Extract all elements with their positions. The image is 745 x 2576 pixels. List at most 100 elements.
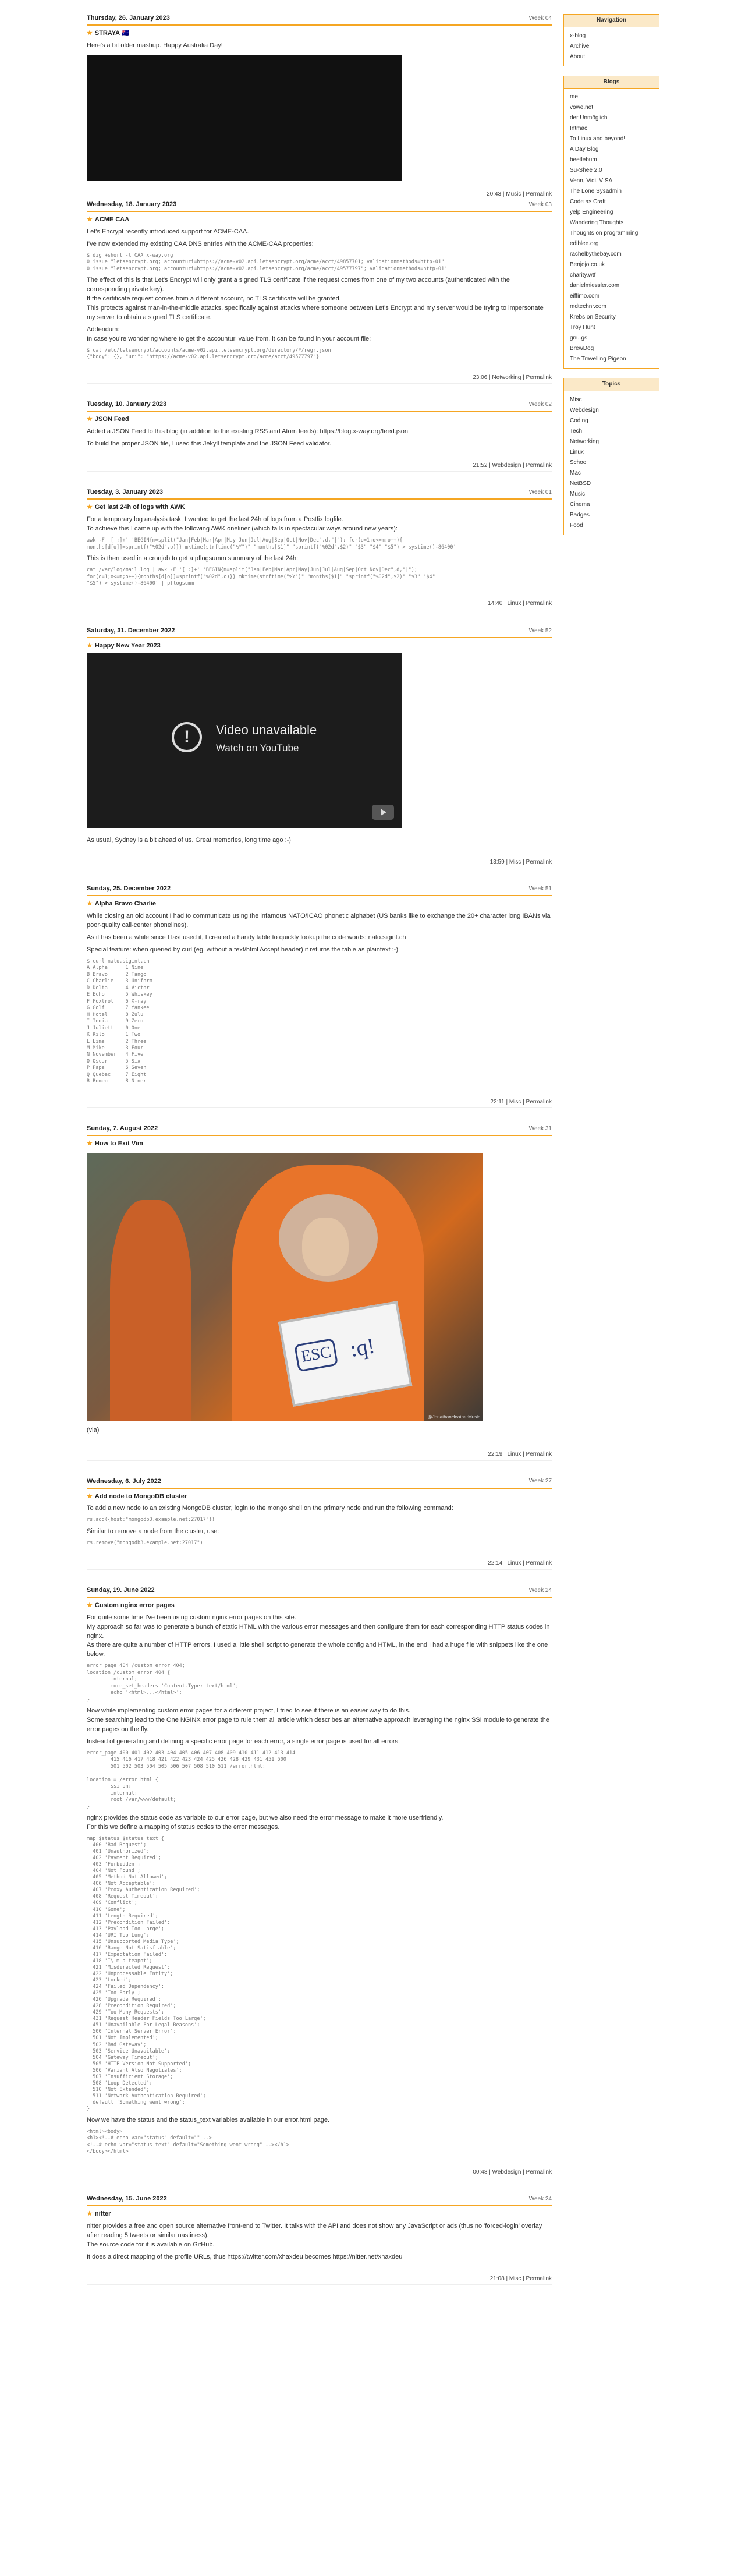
post-date-bar: Wednesday, 6. July 2022 Week 27	[87, 1469, 552, 1489]
nav-link[interactable]: About	[570, 52, 653, 62]
blog-link[interactable]: yelp Engineering	[570, 207, 653, 218]
code-block: awk -F '[ :]+' 'BEGIN{m=split("Jan|Feb|M…	[87, 537, 456, 550]
post-title[interactable]: ★ nitter	[87, 2210, 552, 2219]
post-meta[interactable]: 22:11 | Misc | Permalink	[87, 1098, 552, 1109]
post-title[interactable]: ★ ACME CAA	[87, 215, 552, 225]
blog-link[interactable]: Troy Hunt	[570, 323, 653, 333]
post-week: Week 04	[528, 15, 552, 22]
post: Wednesday, 6. July 2022 Week 27 ★ Add nod…	[87, 1469, 552, 1570]
topic-link[interactable]: Badges	[570, 510, 653, 521]
blog-link[interactable]: gnu.gs	[570, 333, 653, 344]
post-text: nitter provides a free and open source a…	[87, 2223, 542, 2249]
post-meta[interactable]: 22:14 | Linux | Permalink	[87, 1559, 552, 1570]
blog-link[interactable]: Venn, Vidi, VISA	[570, 176, 653, 186]
post-week: Week 02	[528, 401, 552, 408]
blog-link[interactable]: me	[570, 92, 653, 102]
post-title[interactable]: ★ JSON Feed	[87, 415, 552, 424]
blog-link[interactable]: vowe.net	[570, 102, 653, 113]
post-week: Week 24	[528, 1587, 552, 1594]
photo-credit: @JonathanHeatherMusic	[427, 1414, 480, 1420]
post-title[interactable]: ★ How to Exit Vim	[87, 1140, 552, 1149]
sidebar: Navigation x-blog Archive About Blogs me…	[563, 14, 659, 544]
post-title[interactable]: ★ STRAYA 🇦🇺	[87, 29, 552, 38]
post-title[interactable]: ★ Happy New Year 2023	[87, 642, 552, 651]
star-icon: ★	[87, 2210, 93, 2218]
topics-box: Topics Misc Webdesign Coding Tech Networ…	[563, 378, 659, 535]
blog-link[interactable]: der Unmöglich	[570, 113, 653, 123]
embedded-video[interactable]	[87, 55, 402, 181]
topic-link[interactable]: Coding	[570, 416, 653, 426]
post-title[interactable]: ★ Alpha Bravo Charlie	[87, 900, 552, 909]
blog-link[interactable]: danielmiessler.com	[570, 281, 653, 291]
blog-link[interactable]: rachelbythebay.com	[570, 249, 653, 260]
post-meta[interactable]: 00:48 | Webdesign | Permalink	[87, 2168, 552, 2179]
blog-link[interactable]: Thoughts on programming	[570, 228, 653, 239]
star-icon: ★	[87, 642, 93, 649]
post-meta[interactable]: 14:40 | Linux | Permalink	[87, 600, 552, 610]
code-block: rs.remove("mongodb3.example.net:27017")	[87, 1540, 203, 1546]
post-title[interactable]: ★ Get last 24h of logs with AWK	[87, 503, 552, 512]
post: Tuesday, 3. January 2023 Week 01 ★ Get la…	[87, 480, 552, 610]
youtube-embed[interactable]: ! Video unavailable Watch on YouTube	[87, 653, 402, 828]
post-date: Sunday, 7. August 2022	[87, 1125, 158, 1133]
blog-link[interactable]: Benjojo.co.uk	[570, 260, 653, 270]
post-date: Sunday, 19. June 2022	[87, 1586, 155, 1594]
blog-link[interactable]: Intmac	[570, 123, 653, 134]
topic-link[interactable]: Food	[570, 521, 653, 531]
post: Sunday, 25. December 2022 Week 51 ★ Alpha…	[87, 876, 552, 1109]
blog-link[interactable]: charity.wtf	[570, 270, 653, 281]
post-text: To add a new node to an existing MongoDB…	[87, 1505, 453, 1512]
esc-key-label: ESC	[294, 1338, 339, 1372]
blog-link[interactable]: eiffimo.com	[570, 291, 653, 302]
nav-link[interactable]: Archive	[570, 41, 653, 52]
code-block: error_page 404 /custom_error_404; locati…	[87, 1663, 239, 1703]
post-meta[interactable]: 22:19 | Linux | Permalink	[87, 1450, 552, 1461]
topics-heading: Topics	[564, 378, 659, 391]
post-title[interactable]: ★ Custom nginx error pages	[87, 1601, 552, 1611]
blog-link[interactable]: The Lone Sysadmin	[570, 186, 653, 197]
post-date: Wednesday, 18. January 2023	[87, 201, 177, 208]
topic-link[interactable]: Cinema	[570, 500, 653, 510]
topic-link[interactable]: Tech	[570, 426, 653, 437]
post: Wednesday, 18. January 2023 Week 03 ★ ACM…	[87, 183, 552, 384]
topic-link[interactable]: Misc	[570, 395, 653, 405]
blog-link[interactable]: A Day Blog	[570, 144, 653, 155]
topic-link[interactable]: School	[570, 458, 653, 468]
blog-link[interactable]: beetlebum	[570, 155, 653, 165]
topic-link[interactable]: Mac	[570, 468, 653, 479]
nav-link[interactable]: x-blog	[570, 31, 653, 41]
post-date: Thursday, 26. January 2023	[87, 15, 170, 22]
blog-link[interactable]: ediblee.org	[570, 239, 653, 249]
post-week: Week 24	[528, 2196, 552, 2203]
post-meta[interactable]: 23:06 | Networking | Permalink	[87, 374, 552, 384]
post-text: Instead of generating and defining a spe…	[87, 1738, 400, 1745]
blog-link[interactable]: mdtechnr.com	[570, 302, 653, 312]
post-meta[interactable]: 13:59 | Misc | Permalink	[87, 858, 552, 869]
post-title[interactable]: ★ Add node to MongoDB cluster	[87, 1492, 552, 1502]
post-date-bar: Thursday, 26. January 2023 Week 04	[87, 0, 552, 26]
topic-link[interactable]: Music	[570, 489, 653, 500]
post-meta[interactable]: 21:08 | Misc | Permalink	[87, 2275, 552, 2285]
blog-link[interactable]: To Linux and beyond!	[570, 134, 653, 144]
post-text: It does a direct mapping of the profile …	[87, 2253, 403, 2261]
star-icon: ★	[87, 416, 93, 423]
post-date: Wednesday, 15. June 2022	[87, 2195, 167, 2203]
topic-link[interactable]: NetBSD	[570, 479, 653, 489]
star-icon: ★	[87, 1601, 93, 1609]
post-meta[interactable]: 21:52 | Webdesign | Permalink	[87, 462, 552, 472]
blog-link[interactable]: Wandering Thoughts	[570, 218, 653, 228]
via-link[interactable]: (via)	[87, 1426, 552, 1435]
youtube-logo-icon[interactable]	[372, 804, 394, 820]
topic-link[interactable]: Webdesign	[570, 405, 653, 416]
blog-link[interactable]: Code as Craft	[570, 197, 653, 207]
blog-link[interactable]: Su-Shee 2.0	[570, 165, 653, 176]
topic-link[interactable]: Networking	[570, 437, 653, 447]
post-week: Week 03	[528, 201, 552, 208]
topic-link[interactable]: Linux	[570, 447, 653, 458]
post-text: To build the proper JSON file, I used th…	[87, 440, 332, 447]
post-date-bar: Sunday, 7. August 2022 Week 31	[87, 1116, 552, 1137]
watch-on-youtube-link[interactable]: Watch on YouTube	[216, 741, 299, 756]
blog-link[interactable]: BrewDog	[570, 344, 653, 354]
blog-link[interactable]: Krebs on Security	[570, 312, 653, 323]
blog-link[interactable]: The Travelling Pigeon	[570, 354, 653, 365]
